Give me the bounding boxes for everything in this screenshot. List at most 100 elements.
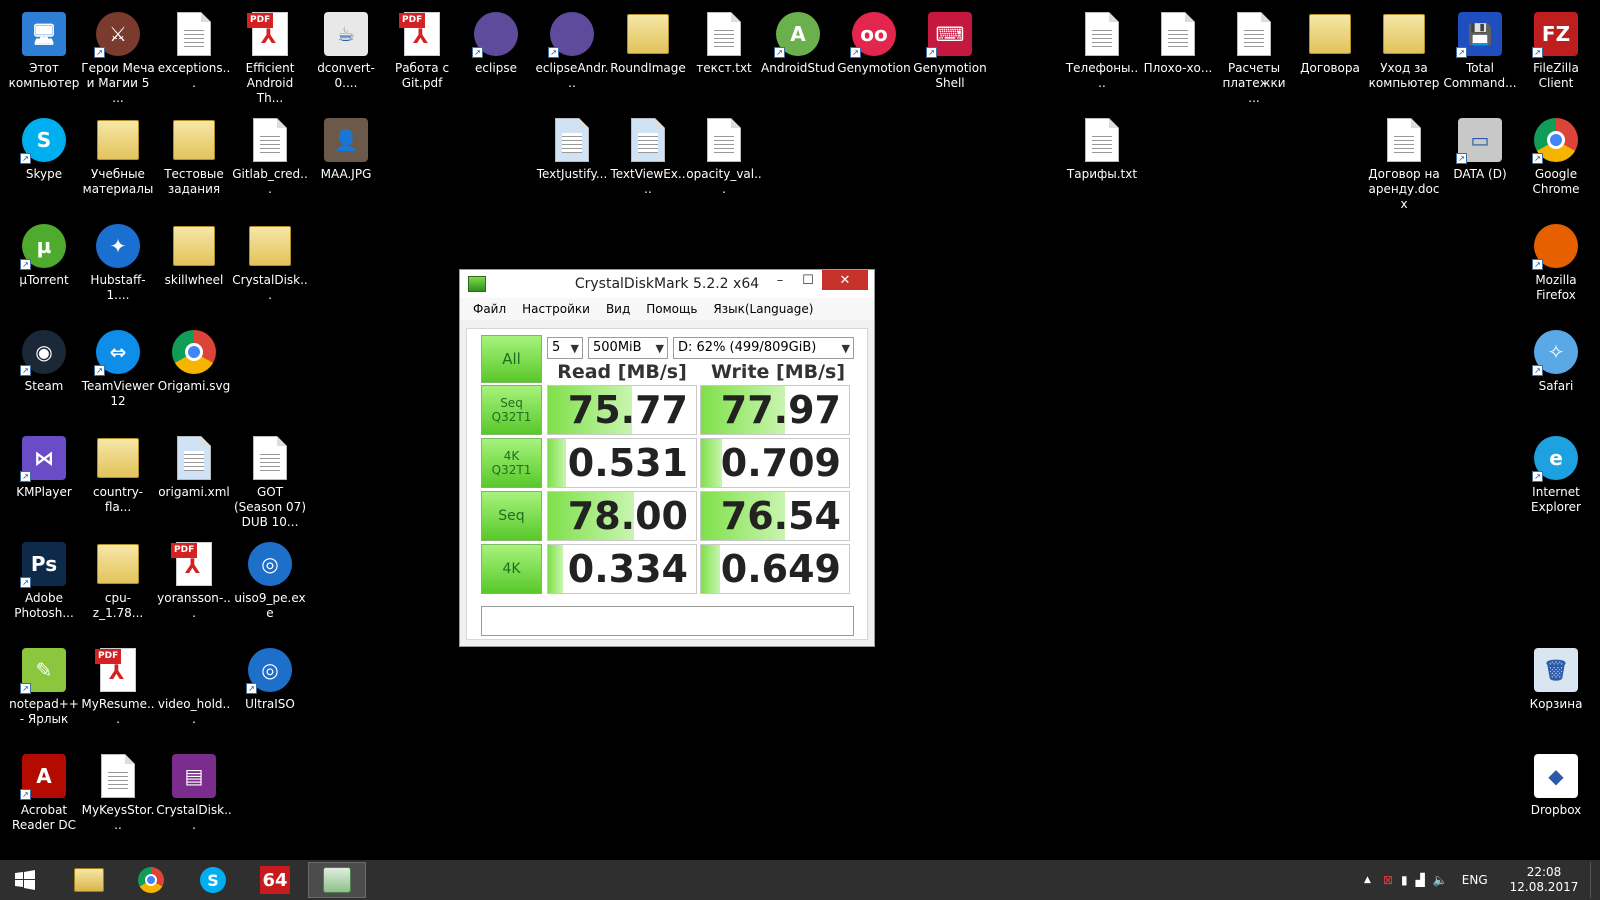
desktop-icon-data-d[interactable]: ▭ ↗ DATA (D) <box>1442 110 1518 182</box>
desktop-icon-ie[interactable]: e ↗ Internet Explorer <box>1518 428 1594 515</box>
volume-icon[interactable]: 🔈 <box>1433 873 1448 887</box>
test-size-select[interactable]: 500MiB ▼ <box>588 337 668 359</box>
desktop-icon-steam[interactable]: ◉ ↗ Steam <box>6 322 82 394</box>
desktop-icon-skype[interactable]: S ↗ Skype <box>6 110 82 182</box>
desktop-icon-crystaldisk-archive[interactable]: ▤ CrystalDisk... <box>156 746 232 833</box>
desktop-icon-plokho[interactable]: Плохо-хо... <box>1140 4 1216 76</box>
desktop-icon-yoransson[interactable]: PDF ⅄ yoransson-... <box>156 534 232 621</box>
desktop-icon-utorrent[interactable]: µ ↗ µTorrent <box>6 216 82 288</box>
desktop-icon-git-pdf[interactable]: PDF ⅄ Работа с Git.pdf <box>384 4 460 91</box>
desktop-icon-total-commander[interactable]: 💾 ↗ Total Command... <box>1442 4 1518 91</box>
folder-icon <box>170 222 218 270</box>
menu-help[interactable]: Помощь <box>639 302 706 316</box>
test-button-1[interactable]: 4K Q32T1 <box>481 438 542 488</box>
desktop-icon-this-pc[interactable]: 🖥 Этот компьютер <box>6 4 82 91</box>
desktop-icon-teamviewer[interactable]: ⇔ ↗ TeamViewer 12 <box>80 322 156 409</box>
desktop-icon-origami-svg[interactable]: Origami.svg <box>156 322 232 394</box>
test-button-2[interactable]: Seq <box>481 491 542 541</box>
desktop-icon-notepadpp[interactable]: ✎ ↗ notepad++ - Ярлык <box>6 640 82 727</box>
network-error-icon[interactable]: ⊠ <box>1383 873 1393 887</box>
desktop-icon-study[interactable]: Учебные материалы <box>80 110 156 197</box>
desktop-icon-phones[interactable]: Телефоны.... <box>1064 4 1140 91</box>
desktop-icon-payments[interactable]: Расчеты платежки ... <box>1216 4 1292 106</box>
desktop-icon-genymotion-shell[interactable]: ⌨ ↗ Genymotion Shell <box>912 4 988 91</box>
desktop-icon-eclipse-android[interactable]: ↗ eclipseAndr... <box>534 4 610 91</box>
all-button[interactable]: All <box>481 335 542 383</box>
desktop-icon-filezilla[interactable]: FZ ↗ FileZilla Client <box>1518 4 1594 91</box>
desktop-icon-dconvert[interactable]: ☕ dconvert-0.... <box>308 4 384 91</box>
desktop-icon-myresume[interactable]: PDF ⅄ MyResume... <box>80 640 156 727</box>
desktop-icon-pc-care[interactable]: Уход за компьютер <box>1366 4 1442 91</box>
window-titlebar[interactable]: CrystalDiskMark 5.2.2 x64 – ☐ ✕ <box>460 270 874 298</box>
desktop-icon-firefox[interactable]: ↗ Mozilla Firefox <box>1518 216 1594 303</box>
desktop-icon-efficient-android[interactable]: PDF ⅄ Efficient Android Th... <box>232 4 308 106</box>
menu-file[interactable]: Файл <box>466 302 515 316</box>
maximize-button[interactable]: ☐ <box>794 270 822 290</box>
minimize-button[interactable]: – <box>766 270 794 290</box>
desktop-icon-textjustify[interactable]: TextJustify... <box>534 110 610 182</box>
desktop-icon-heroes[interactable]: ⚔ ↗ Герои Меча и Магии 5 ... <box>80 4 156 106</box>
desktop-icon-chrome-right[interactable]: ↗ Google Chrome <box>1518 110 1594 197</box>
text-file-icon <box>1230 10 1278 58</box>
desktop-icon-maa[interactable]: 👤 MAA.JPG <box>308 110 384 182</box>
desktop-icon-kmplayer[interactable]: ⋈ ↗ KMPlayer <box>6 428 82 500</box>
desktop-icon-origami-xml[interactable]: origami.xml <box>156 428 232 500</box>
shortcut-arrow-icon: ↗ <box>20 577 31 588</box>
desktop-icon-recycle[interactable]: 🗑 Корзина <box>1518 640 1594 712</box>
desktop-icon-acrobat[interactable]: A ↗ Acrobat Reader DC <box>6 746 82 833</box>
taskbar-aida64-button[interactable]: 64 <box>246 862 304 898</box>
desktop-icon-genymotion[interactable]: oo ↗ Genymotion <box>836 4 912 76</box>
desktop-icon-photoshop[interactable]: Ps ↗ Adobe Photosh... <box>6 534 82 621</box>
desktop-icon-tariffs[interactable]: Тарифы.txt <box>1064 110 1140 182</box>
desktop-icon-contracts[interactable]: Договора <box>1292 4 1368 76</box>
taskbar-crystaldiskmark-button[interactable] <box>308 862 366 898</box>
signal-icon[interactable]: ▟ <box>1416 873 1425 887</box>
desktop-icon-eclipse[interactable]: ↗ eclipse <box>458 4 534 76</box>
desktop-icon-got[interactable]: GOT (Season 07) DUB 10... <box>232 428 308 530</box>
desktop-icon-rent[interactable]: Договор на аренду.docx <box>1366 110 1442 212</box>
start-button[interactable] <box>0 862 50 898</box>
taskbar-chrome-button[interactable] <box>122 862 180 898</box>
desktop-icon-roundimage[interactable]: RoundImage <box>610 4 686 76</box>
desktop-icon-gitlab[interactable]: Gitlab_cred... <box>232 110 308 197</box>
desktop-icon-video-hold[interactable]: video_hold... <box>156 640 232 727</box>
desktop-icon-tests[interactable]: Тестовые задания <box>156 110 232 197</box>
test-button-3[interactable]: 4K <box>481 544 542 594</box>
desktop-icon-uiso9[interactable]: ◎ uiso9_pe.exe <box>232 534 308 621</box>
menu-language[interactable]: Язык(Language) <box>706 302 822 316</box>
desktop-icon-exceptions[interactable]: exceptions... <box>156 4 232 91</box>
chevron-down-icon: ▼ <box>570 342 579 355</box>
input-language[interactable]: ENG <box>1462 873 1488 887</box>
menu-view[interactable]: Вид <box>599 302 639 316</box>
show-desktop-button[interactable] <box>1590 862 1600 898</box>
taskbar-skype-button[interactable]: S <box>184 862 242 898</box>
test-count-select[interactable]: 5 ▼ <box>547 337 583 359</box>
desktop-icon-textviewex[interactable]: TextViewEx.... <box>610 110 686 197</box>
desktop-icon-ultraiso[interactable]: ◎ ↗ UltraISO <box>232 640 308 712</box>
clock[interactable]: 22:08 12.08.2017 <box>1510 865 1579 895</box>
desktop-icon-skillwheel[interactable]: skillwheel <box>156 216 232 288</box>
desktop-icon-opacity[interactable]: opacity_val... <box>686 110 762 197</box>
desktop-icon-text-txt[interactable]: текст.txt <box>686 4 762 76</box>
show-hidden-icons-button[interactable]: ▲ <box>1364 875 1371 885</box>
desktop-icon-androidstudio[interactable]: A ↗ AndroidStud <box>760 4 836 76</box>
desktop-icon-label: UltraISO <box>245 697 295 711</box>
filezilla-icon: FZ ↗ <box>1532 10 1580 58</box>
close-button[interactable]: ✕ <box>822 270 868 290</box>
desktop-icon-safari[interactable]: ✧ ↗ Safari <box>1518 322 1594 394</box>
folder-icon <box>94 434 142 482</box>
desktop-icon-dropbox[interactable]: ◆ Dropbox <box>1518 746 1594 818</box>
desktop-icon-crystaldisk-folder[interactable]: CrystalDisk... <box>232 216 308 303</box>
shortcut-arrow-icon: ↗ <box>20 153 31 164</box>
desktop-icon-cpu-z[interactable]: cpu-z_1.78... <box>80 534 156 621</box>
menu-settings[interactable]: Настройки <box>515 302 599 316</box>
power-icon[interactable]: ▮ <box>1401 873 1408 887</box>
folder-icon <box>1380 10 1428 58</box>
taskbar-explorer-button[interactable] <box>60 862 118 898</box>
test-button-0[interactable]: Seq Q32T1 <box>481 385 542 435</box>
desktop-icon-mykeys[interactable]: MyKeysStor... <box>80 746 156 833</box>
drive-select[interactable]: D: 62% (499/809GiB) ▼ <box>673 337 854 359</box>
desktop-icon-hubstaff[interactable]: ✦ Hubstaff-1.... <box>80 216 156 303</box>
desktop-icon-country-flags[interactable]: country-fla... <box>80 428 156 515</box>
desktop-icon-label: opacity_val... <box>686 167 762 196</box>
